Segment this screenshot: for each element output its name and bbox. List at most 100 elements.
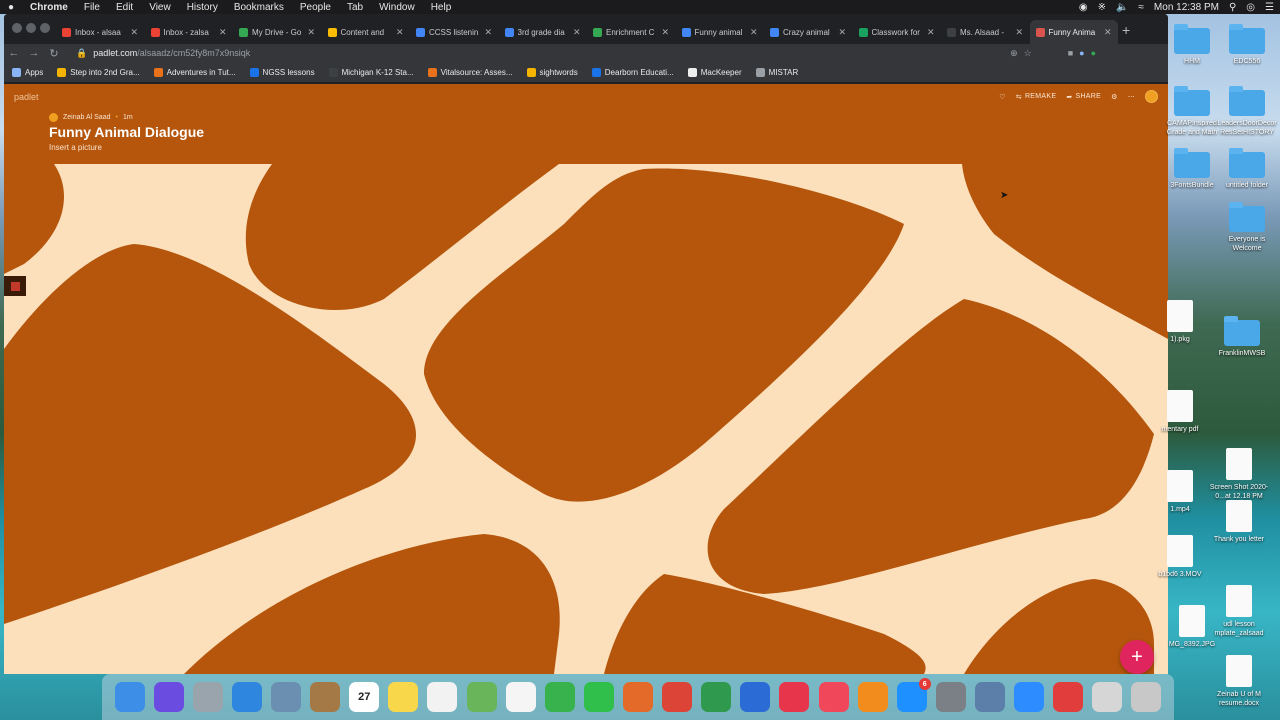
reload-icon[interactable]: ↻	[44, 47, 64, 60]
desktop-item[interactable]: Thank you letter	[1207, 500, 1271, 544]
back-icon[interactable]: ←	[4, 47, 24, 59]
desktop-item[interactable]: LeadersDoorDecor ResSetHISTORY	[1215, 86, 1279, 137]
tab-5[interactable]: CCSS listenin ✕	[410, 20, 498, 44]
close-tab-icon[interactable]: ✕	[573, 27, 581, 38]
finder-icon[interactable]	[114, 682, 145, 712]
menu-tab[interactable]: Tab	[339, 2, 371, 13]
news-icon[interactable]	[779, 682, 810, 712]
padlet-logo[interactable]: padlet	[14, 92, 39, 102]
tab-3[interactable]: My Drive - Go ✕	[233, 20, 321, 44]
sync-icon[interactable]: ●	[1091, 48, 1096, 58]
close-tab-icon[interactable]: ✕	[130, 27, 138, 38]
tab-1[interactable]: Inbox - alsaa ✕	[56, 20, 144, 44]
volume-icon[interactable]: 🔈	[1116, 2, 1128, 13]
bookmark-star-icon[interactable]: ☆	[1024, 48, 1032, 59]
tab-4[interactable]: Content and ✕	[322, 20, 410, 44]
tab-11[interactable]: Ms. Alsaad - ✕	[941, 20, 1029, 44]
tab-6[interactable]: 3rd grade dia ✕	[499, 20, 587, 44]
reminders-icon[interactable]	[427, 682, 458, 712]
chrome-icon[interactable]	[662, 682, 693, 712]
desktop-item[interactable]: Zeinab U of M resume.docx	[1207, 655, 1271, 708]
image-capture-icon[interactable]	[974, 682, 1005, 712]
desktop-item[interactable]: Screen Shot 2020-0...at 12.18 PM	[1207, 448, 1271, 501]
trash-icon[interactable]	[1131, 682, 1162, 712]
bookmark-item[interactable]: MISTAR	[755, 67, 798, 77]
minimize-window-icon[interactable]	[26, 23, 36, 33]
menu-chrome[interactable]: Chrome	[22, 2, 76, 13]
side-panel-tab[interactable]	[4, 276, 26, 296]
desktop-item[interactable]: Everyone is Welcome	[1215, 202, 1279, 253]
safari-icon[interactable]	[231, 682, 262, 712]
bookmark-item[interactable]: MacKeeper	[687, 67, 742, 77]
bookmark-item[interactable]: Step into 2nd Gra...	[57, 67, 140, 77]
bookmark-item[interactable]: sightwords	[526, 67, 578, 77]
share-button[interactable]: ➦ SHARE	[1066, 93, 1101, 101]
menu-people[interactable]: People	[292, 2, 339, 13]
spotlight-icon[interactable]: ⚲	[1229, 2, 1236, 13]
user-avatar[interactable]	[1145, 90, 1158, 103]
tab-10[interactable]: Classwork for ✕	[853, 20, 941, 44]
keynote-icon[interactable]	[740, 682, 771, 712]
profile-avatar[interactable]: ●	[1079, 48, 1084, 58]
downloads-icon[interactable]	[1092, 682, 1123, 712]
messages-icon[interactable]	[544, 682, 575, 712]
tab-12[interactable]: Funny Anima ✕	[1029, 20, 1118, 44]
desktop-item[interactable]: 1).pkg	[1148, 300, 1212, 344]
bluetooth-icon[interactable]: ※	[1098, 2, 1106, 13]
tab-7[interactable]: Enrichment C ✕	[587, 20, 675, 44]
bookmark-item[interactable]: Vitalsource: Asses...	[427, 67, 513, 77]
system-preferences-icon[interactable]	[935, 682, 966, 712]
forward-icon[interactable]: →	[24, 47, 44, 59]
numbers-icon[interactable]	[701, 682, 732, 712]
apple-icon[interactable]: ●	[0, 2, 22, 13]
menu-history[interactable]: History	[179, 2, 226, 13]
more-button[interactable]: ⋯	[1128, 93, 1135, 101]
menu-window[interactable]: Window	[371, 2, 423, 13]
add-post-button[interactable]: +	[1120, 640, 1154, 674]
menu-help[interactable]: Help	[423, 2, 460, 13]
wifi-icon[interactable]: ≈	[1138, 2, 1144, 13]
app-store-icon[interactable]: 6	[896, 678, 931, 712]
desktop-item[interactable]: EDC556	[1215, 24, 1279, 66]
close-tab-icon[interactable]: ✕	[307, 27, 315, 38]
close-tab-icon[interactable]: ✕	[1015, 27, 1023, 38]
preview-icon[interactable]	[270, 682, 301, 712]
tab-8[interactable]: Funny animal ✕	[676, 20, 764, 44]
zoom-icon[interactable]	[1014, 682, 1045, 712]
creative-cloud-icon[interactable]	[1053, 682, 1084, 712]
desktop-item[interactable]: MG_8392.JPG	[1160, 605, 1224, 649]
bookmark-item[interactable]: Dearborn Educati...	[591, 67, 674, 77]
photos-icon[interactable]	[505, 682, 536, 712]
calendar-icon[interactable]: 27	[349, 682, 380, 712]
menu-view[interactable]: View	[141, 2, 179, 13]
menu-file[interactable]: File	[76, 2, 108, 13]
zoom-icon[interactable]: ⊕	[1010, 48, 1018, 59]
wall-title[interactable]: Funny Animal Dialogue	[49, 124, 204, 140]
desktop-item[interactable]: 1.mp4	[1148, 470, 1212, 514]
tab-2[interactable]: Inbox - zalsa ✕	[145, 20, 233, 44]
bookmark-item[interactable]: Apps	[12, 67, 43, 77]
zoom-window-icon[interactable]	[40, 23, 50, 33]
close-tab-icon[interactable]: ✕	[1104, 27, 1112, 38]
like-button[interactable]: ♡	[999, 93, 1006, 101]
extension-icon[interactable]: ■	[1068, 48, 1073, 58]
maps-icon[interactable]	[466, 682, 497, 712]
new-tab-button[interactable]: +	[1122, 22, 1130, 38]
clock[interactable]: Mon 12:38 PM	[1154, 2, 1219, 13]
desktop-item[interactable]: untitled folder	[1215, 148, 1279, 190]
bookmark-item[interactable]: Adventures in Tut...	[153, 67, 236, 77]
contacts-icon[interactable]	[310, 682, 341, 712]
close-tab-icon[interactable]: ✕	[661, 27, 669, 38]
desktop-item[interactable]: b1bd6 3.MOV	[1148, 535, 1212, 579]
menu-bookmarks[interactable]: Bookmarks	[226, 2, 292, 13]
menu-edit[interactable]: Edit	[108, 2, 141, 13]
close-tab-icon[interactable]: ✕	[484, 27, 492, 38]
tab-9[interactable]: Crazy animal ✕	[764, 20, 852, 44]
desktop-item[interactable]: FranklinMWSB	[1210, 316, 1274, 358]
close-tab-icon[interactable]: ✕	[927, 27, 935, 38]
launchpad-icon[interactable]	[192, 682, 223, 712]
keynote-slides-icon[interactable]	[622, 682, 653, 712]
music-icon[interactable]	[818, 682, 849, 712]
vpn-icon[interactable]: ◉	[1079, 2, 1088, 13]
desktop-item[interactable]: mentary pdf	[1148, 390, 1212, 434]
